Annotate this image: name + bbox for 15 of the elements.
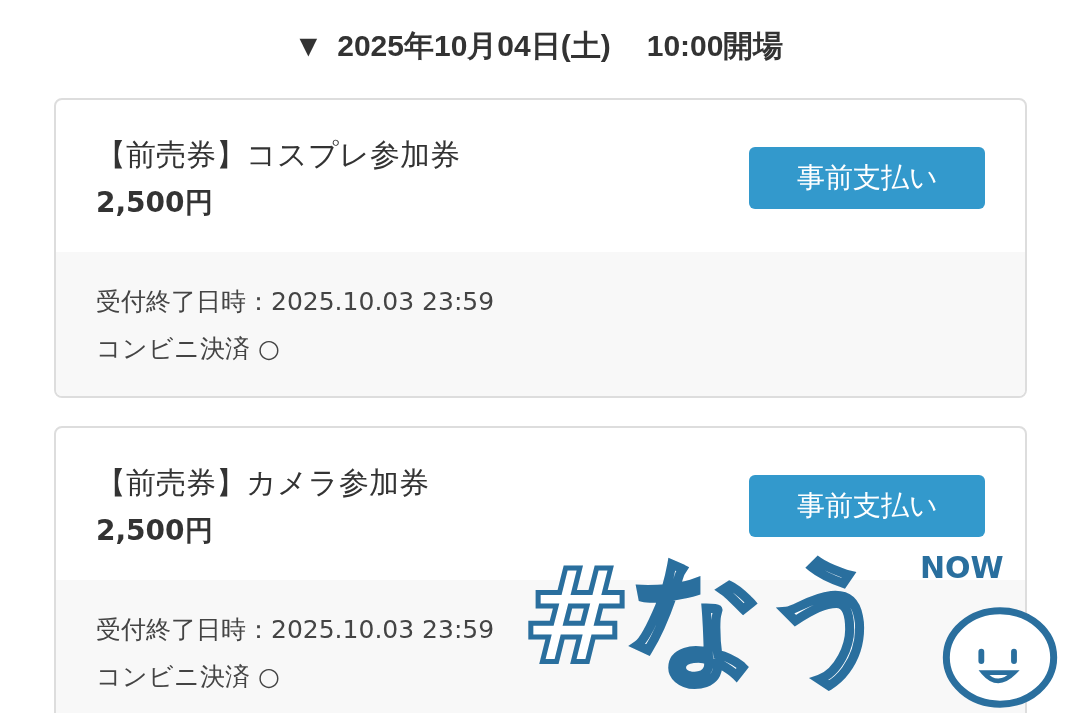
- payment-text: コンビニ決済 ○: [96, 333, 281, 365]
- ticket-title: 【前売券】コスプレ参加券: [96, 135, 460, 174]
- payment-text: コンビニ決済 ○: [96, 661, 281, 693]
- sticker-text: #なう: [521, 539, 898, 694]
- deadline-text: 受付終了日時：2025.10.03 23:59: [96, 286, 496, 318]
- deadline-text: 受付終了日時：2025.10.03 23:59: [96, 614, 496, 646]
- ticket-price: 2,500円: [96, 184, 214, 221]
- ticket-price: 2,500円: [96, 512, 214, 549]
- prepay-button[interactable]: 事前支払い: [749, 147, 985, 209]
- ticket-title: 【前売券】カメラ参加券: [96, 463, 429, 502]
- opening-time: 10:00開場: [646, 27, 784, 64]
- prepay-button[interactable]: 事前支払い: [749, 475, 985, 537]
- triangle-marker: ▼: [293, 29, 324, 63]
- event-date: 2025年10月04日(土): [337, 27, 611, 64]
- sticker-tag: NOW: [920, 550, 1004, 585]
